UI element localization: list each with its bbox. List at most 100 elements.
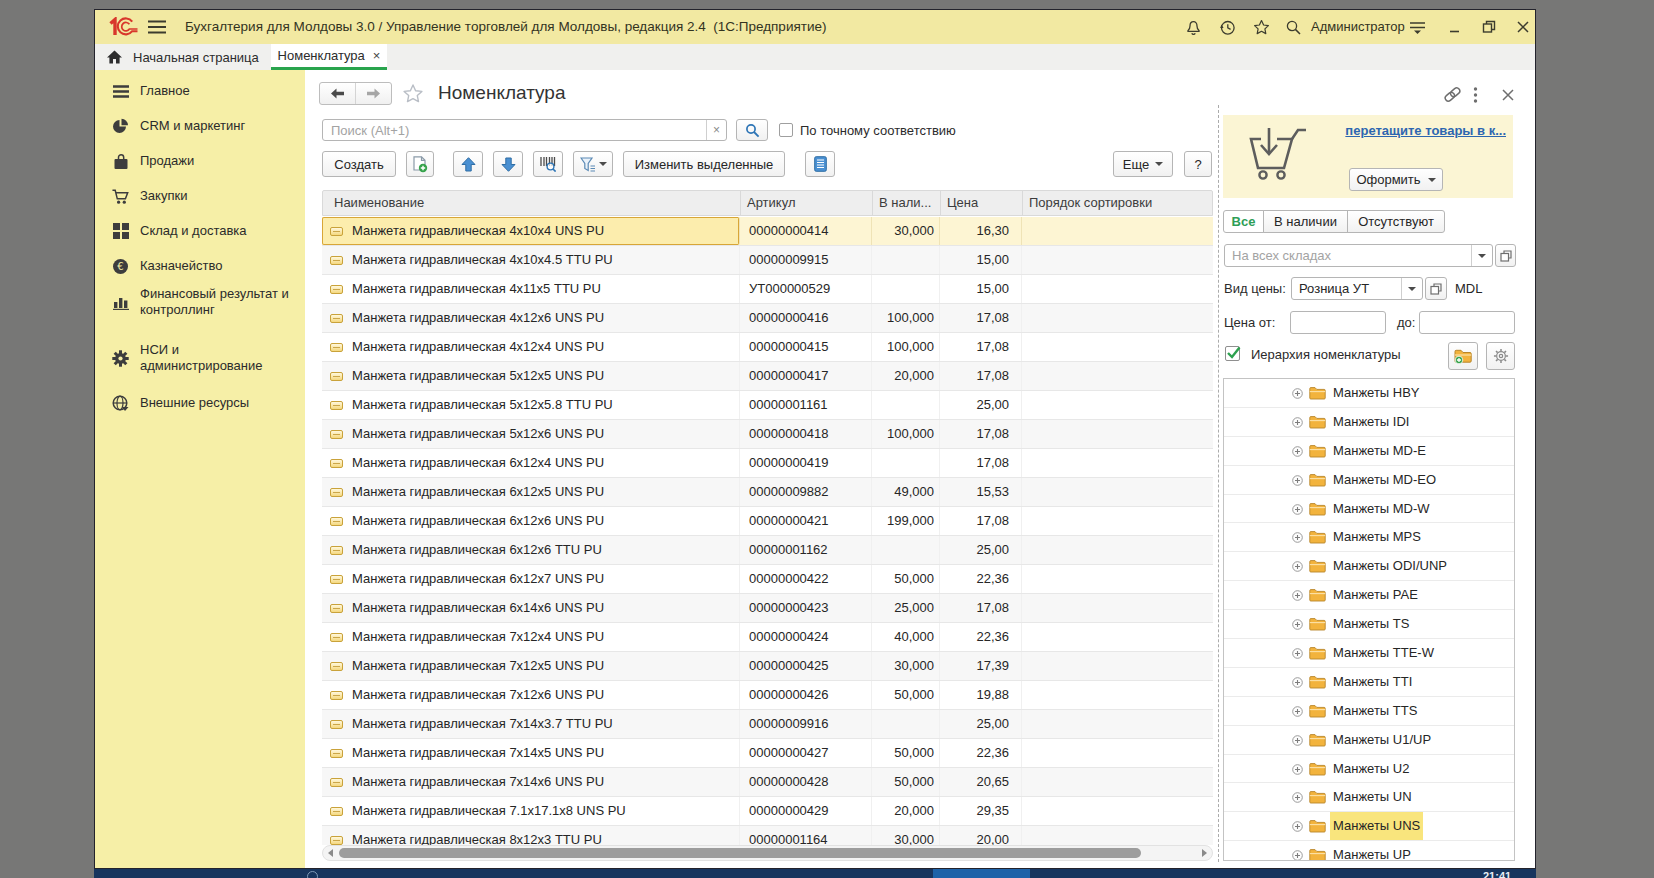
cell-name[interactable]: Манжета гидравлическая 7х14х3.7 TTU PU bbox=[322, 710, 740, 738]
cell-order[interactable] bbox=[1022, 333, 1213, 361]
restore-icon[interactable] bbox=[1481, 19, 1497, 35]
create-button[interactable]: Создать bbox=[322, 151, 396, 177]
table-row[interactable]: Манжета гидравлическая 4х12х6 UNS PU 000… bbox=[322, 304, 1213, 333]
search-button[interactable] bbox=[736, 119, 768, 141]
move-up-button[interactable] bbox=[453, 151, 483, 177]
expand-icon[interactable] bbox=[1292, 475, 1303, 486]
sidebar-item-main[interactable]: Главное bbox=[95, 74, 305, 108]
table-row[interactable]: Манжета гидравлическая 4х11х5 TTU PU УТ0… bbox=[322, 275, 1213, 304]
table-row[interactable]: Манжета гидравлическая 7х12х6 UNS PU 000… bbox=[322, 681, 1213, 710]
cell-order[interactable] bbox=[1022, 507, 1213, 535]
sidebar-item-purchases[interactable]: Закупки bbox=[95, 179, 305, 213]
cell-name[interactable]: Манжета гидравлическая 4х12х6 UNS PU bbox=[322, 304, 740, 332]
cell-sku[interactable]: 00000000422 bbox=[740, 565, 872, 593]
cell-order[interactable] bbox=[1022, 623, 1213, 651]
cell-order[interactable] bbox=[1022, 826, 1213, 845]
expand-icon[interactable] bbox=[1292, 706, 1303, 717]
sidebar-item-finance[interactable]: Финансовый результат и контроллинг bbox=[95, 279, 305, 325]
table-row[interactable]: Манжета гидравлическая 6х12х6 UNS PU 000… bbox=[322, 507, 1213, 536]
expand-icon[interactable] bbox=[1292, 648, 1303, 659]
cell-name[interactable]: Манжета гидравлическая 6х12х6 UNS PU bbox=[322, 507, 740, 535]
cell-order[interactable] bbox=[1022, 681, 1213, 709]
cell-name[interactable]: Манжета гидравлическая 7х12х4 UNS PU bbox=[322, 623, 740, 651]
exact-match-checkbox[interactable] bbox=[779, 123, 793, 137]
cell-price[interactable]: 20,00 bbox=[940, 826, 1022, 845]
cell-qty[interactable]: 20,000 bbox=[872, 362, 940, 390]
cell-name[interactable]: Манжета гидравлическая 7х12х6 UNS PU bbox=[322, 681, 740, 709]
cell-sku[interactable]: 00000000421 bbox=[740, 507, 872, 535]
warehouse-choose-button[interactable] bbox=[1495, 244, 1516, 267]
cell-price[interactable]: 20,65 bbox=[940, 768, 1022, 796]
cell-name[interactable]: Манжета гидравлическая 7х12х5 UNS PU bbox=[322, 652, 740, 680]
current-user-label[interactable]: Администратор bbox=[1311, 10, 1405, 44]
price-type-input[interactable] bbox=[1292, 278, 1401, 299]
tree-item[interactable]: Манжеты PAE bbox=[1224, 581, 1514, 610]
cell-name[interactable]: Манжета гидравлическая 5х12х5 UNS PU bbox=[322, 362, 740, 390]
tree-item[interactable]: Манжеты MD-EO bbox=[1224, 466, 1514, 495]
tree-item[interactable]: Манжеты MD-W bbox=[1224, 495, 1514, 524]
expand-icon[interactable] bbox=[1292, 504, 1303, 515]
cell-sku[interactable]: 00000000424 bbox=[740, 623, 872, 651]
cell-price[interactable]: 15,53 bbox=[940, 478, 1022, 506]
expand-icon[interactable] bbox=[1292, 561, 1303, 572]
sidebar-item-nsi[interactable]: НСИ и администрирование bbox=[95, 335, 305, 381]
cell-sku[interactable]: 00000000429 bbox=[740, 797, 872, 825]
cell-price[interactable]: 17,08 bbox=[940, 333, 1022, 361]
cell-sku[interactable]: 00000000417 bbox=[740, 362, 872, 390]
table-row[interactable]: Манжета гидравлическая 6х12х4 UNS PU 000… bbox=[322, 449, 1213, 478]
cell-price[interactable]: 16,30 bbox=[940, 217, 1022, 245]
checkout-button[interactable]: Оформить bbox=[1349, 168, 1443, 191]
cell-sku[interactable]: 00000000425 bbox=[740, 652, 872, 680]
cell-qty[interactable]: 50,000 bbox=[872, 768, 940, 796]
table-row[interactable]: Манжета гидравлическая 5х12х6 UNS PU 000… bbox=[322, 420, 1213, 449]
cell-sku[interactable]: 00000001161 bbox=[740, 391, 872, 419]
column-header-qty[interactable]: В нали... bbox=[873, 191, 941, 215]
cell-sku[interactable]: 00000009882 bbox=[740, 478, 872, 506]
expand-icon[interactable] bbox=[1292, 764, 1303, 775]
cell-sku[interactable]: 00000009915 bbox=[740, 246, 872, 274]
cell-name[interactable]: Манжета гидравлическая 6х12х6 TTU PU bbox=[322, 536, 740, 564]
cell-price[interactable]: 17,08 bbox=[940, 420, 1022, 448]
cell-order[interactable] bbox=[1022, 478, 1213, 506]
global-search-icon[interactable] bbox=[1285, 19, 1302, 36]
cell-qty[interactable]: 30,000 bbox=[872, 652, 940, 680]
cell-price[interactable]: 17,08 bbox=[940, 449, 1022, 477]
table-row[interactable]: Манжета гидравлическая 6х12х7 UNS PU 000… bbox=[322, 565, 1213, 594]
form-close-icon[interactable] bbox=[1502, 89, 1514, 101]
cell-qty[interactable]: 50,000 bbox=[872, 739, 940, 767]
cell-sku[interactable]: 00000000419 bbox=[740, 449, 872, 477]
cell-qty[interactable] bbox=[872, 246, 940, 274]
cell-name[interactable]: Манжета гидравлическая 6х12х4 UNS PU bbox=[322, 449, 740, 477]
cell-price[interactable]: 22,36 bbox=[940, 565, 1022, 593]
cell-qty[interactable]: 100,000 bbox=[872, 420, 940, 448]
price-type-choose-button[interactable] bbox=[1425, 277, 1447, 300]
table-row[interactable]: Манжета гидравлическая 8х12х3 TTU PU 000… bbox=[322, 826, 1213, 845]
cell-qty[interactable] bbox=[872, 449, 940, 477]
tree-item[interactable]: Манжеты HBY bbox=[1224, 379, 1514, 408]
cell-sku[interactable]: 00000009916 bbox=[740, 710, 872, 738]
cell-name[interactable]: Манжета гидравлическая 6х12х5 UNS PU bbox=[322, 478, 740, 506]
cell-name[interactable]: Манжета гидравлическая 8х12х3 TTU PU bbox=[322, 826, 740, 845]
table-row[interactable]: Манжета гидравлическая 6х12х6 TTU PU 000… bbox=[322, 536, 1213, 565]
cell-qty[interactable]: 49,000 bbox=[872, 478, 940, 506]
cell-price[interactable]: 25,00 bbox=[940, 391, 1022, 419]
table-row[interactable]: Манжета гидравлическая 4х12х4 UNS PU 000… bbox=[322, 333, 1213, 362]
cell-order[interactable] bbox=[1022, 449, 1213, 477]
cell-qty[interactable]: 30,000 bbox=[872, 826, 940, 845]
history-icon[interactable] bbox=[1219, 19, 1236, 36]
cell-price[interactable]: 22,36 bbox=[940, 739, 1022, 767]
tree-item[interactable]: Манжеты TTI bbox=[1224, 668, 1514, 697]
help-button[interactable]: ? bbox=[1184, 151, 1212, 177]
table-row[interactable]: Манжета гидравлическая 6х14х6 UNS PU 000… bbox=[322, 594, 1213, 623]
expand-icon[interactable] bbox=[1292, 590, 1303, 601]
expand-icon[interactable] bbox=[1292, 821, 1303, 832]
tree-item[interactable]: Манжеты TTS bbox=[1224, 697, 1514, 726]
cell-name[interactable]: Манжета гидравлическая 4х10х4.5 TTU PU bbox=[322, 246, 740, 274]
tree-item[interactable]: Манжеты TTE-W bbox=[1224, 639, 1514, 668]
cell-name[interactable]: Манжета гидравлическая 4х12х4 UNS PU bbox=[322, 333, 740, 361]
cell-sku[interactable]: 00000000428 bbox=[740, 768, 872, 796]
table-row[interactable]: Манжета гидравлическая 7х12х4 UNS PU 000… bbox=[322, 623, 1213, 652]
cell-order[interactable] bbox=[1022, 275, 1213, 303]
cell-price[interactable]: 17,39 bbox=[940, 652, 1022, 680]
filter-absent-button[interactable]: Отсутствуют bbox=[1347, 210, 1445, 233]
